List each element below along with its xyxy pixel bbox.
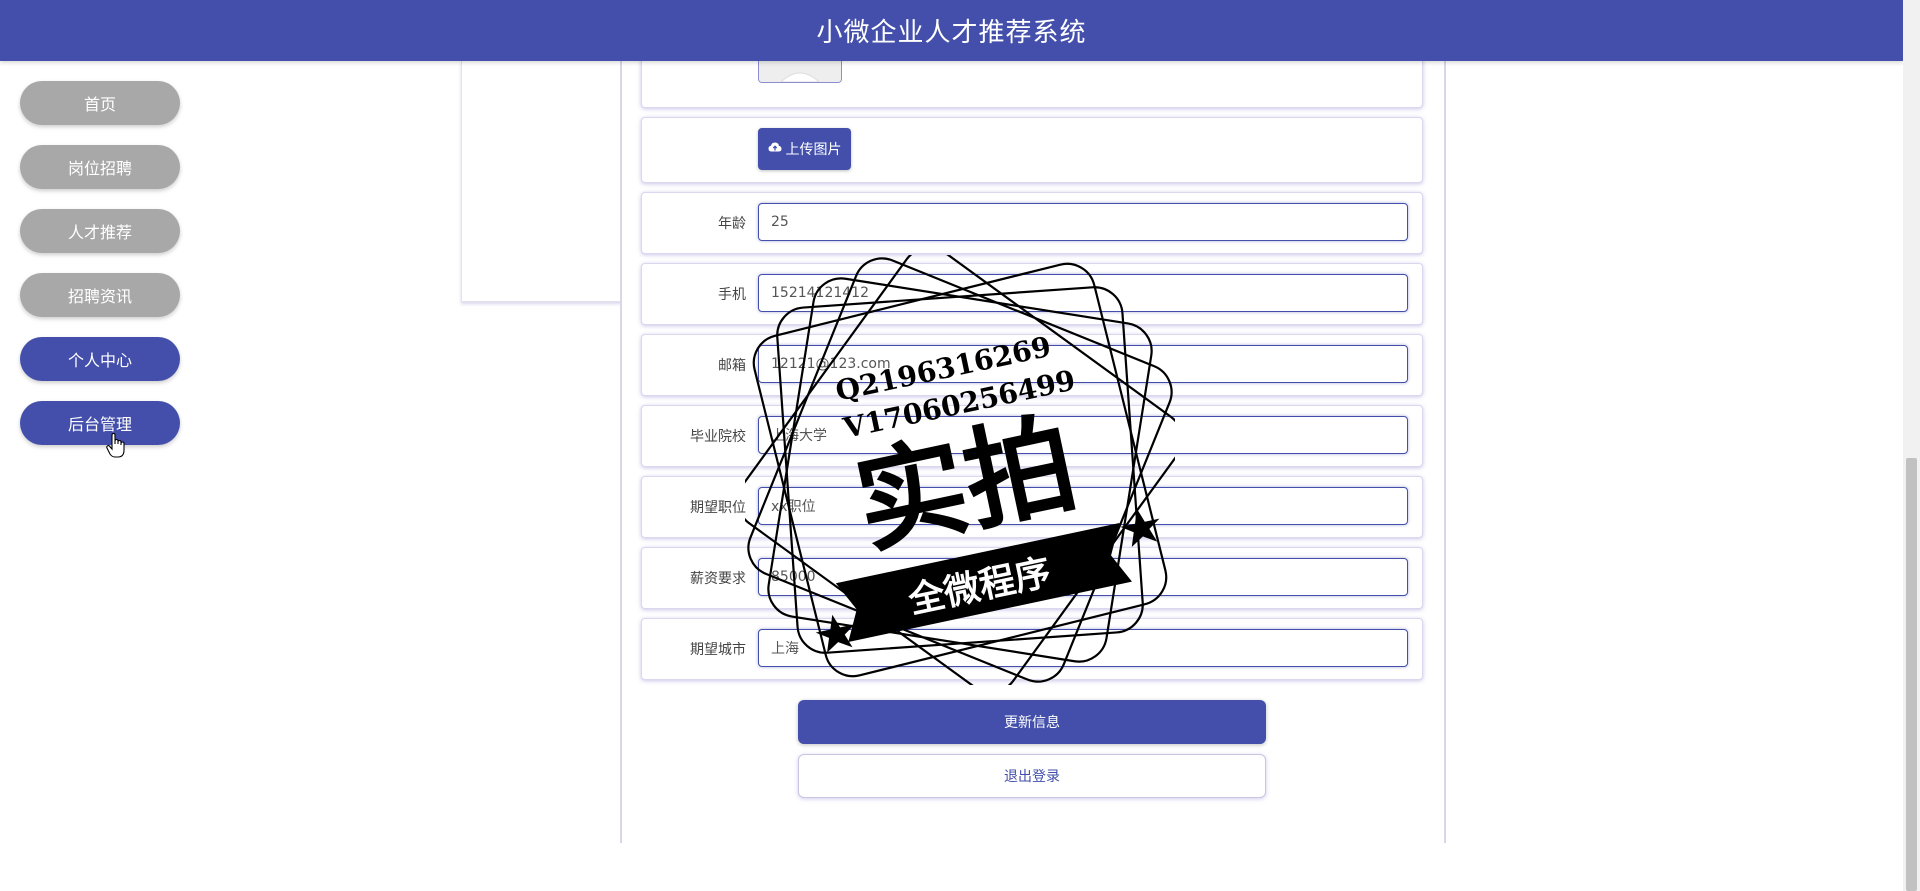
phone-input[interactable]: 15214121412 — [758, 274, 1408, 312]
email-value: 12121@123.com — [771, 356, 891, 372]
phone-value: 15214121412 — [771, 285, 869, 301]
school-label: 毕业院校 — [690, 429, 746, 445]
salary-value: 85000 — [771, 569, 816, 585]
app-header: 小微企业人才推荐系统 — [0, 0, 1903, 61]
nav-label: 岗位招聘 — [67, 159, 132, 178]
email-label: 邮箱 — [718, 358, 746, 374]
scrollbar-thumb[interactable] — [1906, 458, 1917, 891]
phone-label: 手机 — [718, 287, 746, 303]
upload-image-button[interactable]: 上传图片 — [758, 128, 851, 170]
position-label: 期望职位 — [690, 500, 746, 516]
school-input[interactable]: 上海大学 — [758, 416, 1408, 454]
form-row-email: 邮箱 12121@123.com — [641, 334, 1423, 396]
nav-talent-recommend-button[interactable]: 人才推荐 — [20, 209, 180, 253]
logout-button[interactable]: 退出登录 — [798, 754, 1266, 798]
school-value: 上海大学 — [771, 428, 827, 444]
upload-row: 上传图片 — [641, 117, 1423, 183]
nav-label: 首页 — [83, 95, 116, 114]
nav-home-button[interactable]: 首页 — [20, 81, 180, 125]
city-label: 期望城市 — [690, 642, 746, 658]
age-value: 25 — [771, 214, 789, 230]
nav-personal-center-button[interactable]: 个人中心 — [20, 337, 180, 381]
position-input[interactable]: xx职位 — [758, 487, 1408, 525]
city-input[interactable]: 上海 — [758, 629, 1408, 667]
city-value: 上海 — [771, 641, 799, 657]
email-input[interactable]: 12121@123.com — [758, 345, 1408, 383]
position-value: xx职位 — [771, 499, 816, 515]
hand-pointer-icon — [106, 433, 125, 458]
profile-side-card — [461, 61, 623, 302]
update-info-label: 更新信息 — [1004, 715, 1060, 731]
form-row-school: 毕业院校 上海大学 — [641, 405, 1423, 467]
cloud-upload-icon — [768, 141, 782, 157]
page-title: 小微企业人才推荐系统 — [816, 18, 1087, 48]
form-row-city: 期望城市 上海 — [641, 618, 1423, 680]
nav-admin-button[interactable]: 后台管理 — [20, 401, 180, 445]
form-row-salary: 薪资要求 85000 — [641, 547, 1423, 609]
logout-label: 退出登录 — [1004, 769, 1060, 785]
age-input[interactable]: 25 — [758, 203, 1408, 241]
update-info-button[interactable]: 更新信息 — [798, 700, 1266, 744]
nav-recruit-news-button[interactable]: 招聘资讯 — [20, 273, 180, 317]
form-row-age: 年龄 25 — [641, 192, 1423, 254]
salary-label: 薪资要求 — [690, 571, 746, 587]
nav-job-recruit-button[interactable]: 岗位招聘 — [20, 145, 180, 189]
nav-label: 后台管理 — [67, 415, 132, 434]
salary-input[interactable]: 85000 — [758, 558, 1408, 596]
nav-label: 招聘资讯 — [67, 287, 132, 306]
nav-label: 人才推荐 — [67, 223, 132, 242]
upload-image-label: 上传图片 — [785, 142, 842, 158]
form-row-position: 期望职位 xx职位 — [641, 476, 1423, 538]
nav-label: 个人中心 — [67, 351, 132, 370]
age-label: 年龄 — [718, 216, 746, 232]
form-row-phone: 手机 15214121412 — [641, 263, 1423, 325]
